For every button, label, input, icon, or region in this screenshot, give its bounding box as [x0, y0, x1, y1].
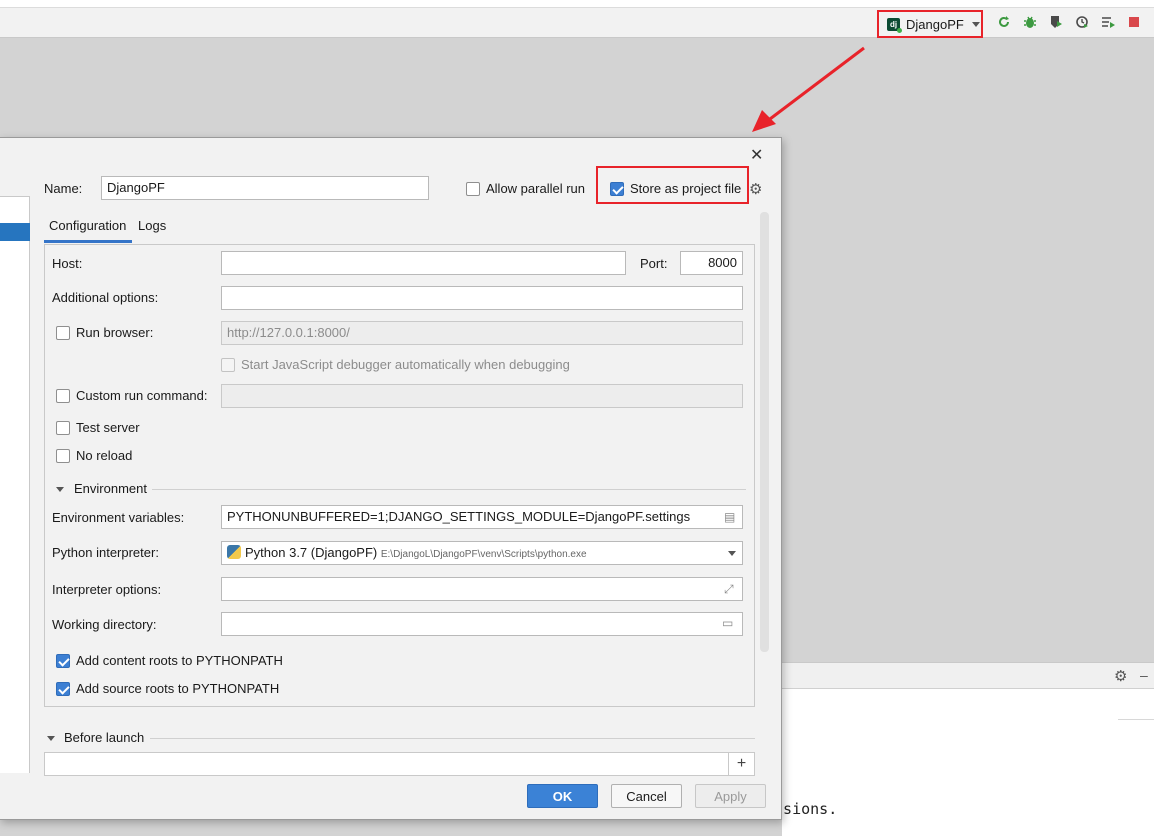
js-debugger-label: Start JavaScript debugger automatically …: [241, 357, 570, 372]
additional-options-input[interactable]: [221, 286, 743, 310]
profile-icon[interactable]: [1074, 14, 1090, 30]
additional-options-label: Additional options:: [52, 290, 159, 305]
tab-logs[interactable]: Logs: [138, 218, 166, 233]
gear-icon[interactable]: ⚙: [1114, 667, 1127, 685]
run-browser-checkbox[interactable]: [56, 326, 70, 340]
section-divider: [150, 738, 755, 739]
console-toolbar: ⚙ –: [782, 662, 1154, 689]
allow-parallel-label: Allow parallel run: [486, 181, 585, 196]
source-roots-label: Add source roots to PYTHONPATH: [76, 681, 280, 696]
interpreter-select[interactable]: Python 3.7 (DjangoPF) E:\DjangoL\DjangoP…: [221, 541, 743, 565]
minimize-icon[interactable]: –: [1140, 667, 1148, 683]
apply-button[interactable]: Apply: [695, 784, 766, 808]
port-label: Port:: [640, 256, 668, 271]
gear-icon[interactable]: ⚙: [749, 180, 762, 198]
no-reload-checkbox[interactable]: [56, 449, 70, 463]
store-project-checkbox[interactable]: [610, 182, 624, 196]
toolbar-strip: [0, 0, 1154, 8]
test-server-label: Test server: [76, 420, 140, 435]
section-divider: [152, 489, 746, 490]
tab-configuration[interactable]: Configuration: [49, 218, 126, 233]
js-debugger-checkbox[interactable]: [221, 358, 235, 372]
content-roots-label: Add content roots to PYTHONPATH: [76, 653, 283, 668]
django-icon: dj: [887, 17, 902, 33]
console-output: [782, 689, 1154, 836]
cancel-button[interactable]: Cancel: [611, 784, 682, 808]
store-project-label: Store as project file: [630, 181, 742, 196]
document-icon[interactable]: ▤: [724, 510, 735, 524]
folder-icon[interactable]: ▭: [722, 616, 733, 630]
scrollbar[interactable]: [760, 212, 769, 652]
no-reload-label: No reload: [76, 448, 133, 463]
chevron-down-icon[interactable]: [728, 551, 736, 556]
coverage-icon[interactable]: [1048, 14, 1064, 30]
before-launch-list[interactable]: +: [44, 752, 755, 776]
interpreter-name: Python 3.7 (DjangoPF): [245, 545, 378, 560]
add-icon[interactable]: +: [728, 753, 754, 775]
debug-icon[interactable]: [1022, 14, 1038, 30]
stop-icon[interactable]: [1126, 14, 1142, 30]
collapse-caret-icon[interactable]: [56, 487, 64, 492]
env-vars-input[interactable]: PYTHONUNBUFFERED=1;DJANGO_SETTINGS_MODUL…: [221, 505, 743, 529]
divider: [1118, 719, 1154, 720]
name-input[interactable]: DjangoPF: [101, 176, 429, 200]
host-input[interactable]: [221, 251, 626, 275]
interpreter-label: Python interpreter:: [52, 545, 159, 560]
run-configuration-selector[interactable]: dj DjangoPF: [877, 10, 983, 38]
interpreter-options-input[interactable]: [221, 577, 743, 601]
ok-button[interactable]: OK: [527, 784, 598, 808]
host-label: Host:: [52, 256, 83, 271]
run-browser-url-input[interactable]: http://127.0.0.1:8000/: [221, 321, 743, 345]
selected-tree-item[interactable]: [0, 223, 30, 241]
run-configuration-dialog: ✕ Name: DjangoPF Allow parallel run Stor…: [0, 137, 782, 820]
configuration-tree[interactable]: [0, 196, 30, 773]
content-roots-checkbox[interactable]: [56, 654, 70, 668]
chevron-down-icon: [971, 21, 980, 27]
env-vars-label: Environment variables:: [52, 510, 185, 525]
run-concurrency-icon[interactable]: [1100, 14, 1116, 30]
expand-icon[interactable]: ⤢: [724, 582, 734, 597]
close-icon[interactable]: ✕: [750, 145, 763, 165]
port-input[interactable]: 8000: [680, 251, 743, 275]
run-configuration-label: DjangoPF: [906, 16, 964, 32]
rerun-icon[interactable]: [996, 14, 1012, 30]
before-launch-label[interactable]: Before launch: [64, 730, 144, 745]
source-roots-checkbox[interactable]: [56, 682, 70, 696]
main-toolbar: dj DjangoPF: [0, 0, 1154, 38]
custom-run-checkbox[interactable]: [56, 389, 70, 403]
test-server-checkbox[interactable]: [56, 421, 70, 435]
active-tab-indicator: [44, 240, 132, 243]
custom-run-label: Custom run command:: [76, 388, 208, 403]
working-dir-label: Working directory:: [52, 617, 157, 632]
allow-parallel-checkbox[interactable]: [466, 182, 480, 196]
configuration-panel: [44, 244, 755, 707]
name-label: Name:: [44, 181, 83, 196]
environment-section-label[interactable]: Environment: [74, 481, 147, 496]
interpreter-options-label: Interpreter options:: [52, 582, 162, 597]
annotation-arrow: [752, 46, 865, 132]
python-icon: [227, 545, 241, 559]
custom-run-input[interactable]: [221, 384, 743, 408]
interpreter-path: E:\DjangoL\DjangoPF\venv\Scripts\python.…: [380, 549, 587, 560]
run-browser-label: Run browser:: [76, 325, 154, 340]
collapse-caret-icon[interactable]: [47, 736, 55, 741]
working-dir-input[interactable]: [221, 612, 743, 636]
